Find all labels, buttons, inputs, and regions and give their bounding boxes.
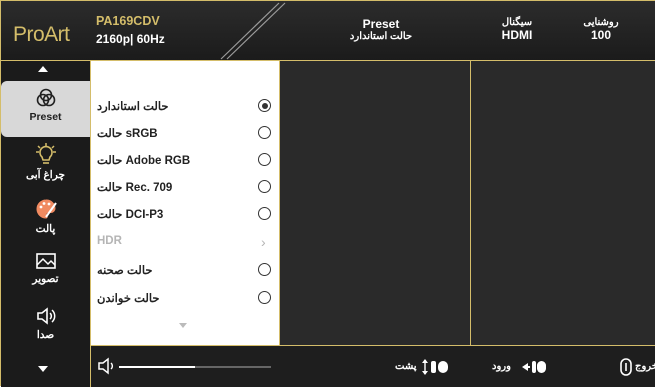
sidebar-item-sound[interactable]: صدا: [1, 305, 90, 341]
header-brightness-value: 100: [590, 28, 612, 42]
radio-icon[interactable]: [258, 291, 271, 304]
preset-options-panel: حالت استاندارد حالت sRGB حالت Adobe RGB …: [91, 61, 279, 345]
preset-option-reading[interactable]: حالت خواندن: [91, 285, 279, 312]
back-label: پشت: [395, 361, 417, 372]
preset-option-dci-p3[interactable]: حالت DCI-P3: [91, 201, 279, 228]
blue-light-icon: [35, 143, 56, 164]
option-label: HDR: [97, 235, 122, 247]
option-label: حالت استاندارد: [97, 101, 169, 113]
volume-icon: [98, 357, 113, 375]
radio-icon[interactable]: [258, 153, 271, 166]
header-brightness: روشنایی 100: [571, 17, 631, 42]
speaker-icon: [36, 307, 55, 325]
radio-icon[interactable]: [258, 263, 271, 276]
scroll-down-icon[interactable]: [38, 366, 48, 372]
header-signal-label: سیگنال: [501, 17, 533, 28]
header-signal: سیگنال HDMI: [487, 17, 547, 42]
radio-icon[interactable]: [258, 126, 271, 139]
header-preset-label: Preset: [362, 17, 400, 31]
more-options-down-icon: [179, 323, 187, 328]
sidebar-item-blue-light[interactable]: چراغ آبی: [1, 143, 90, 181]
preset-option-srgb[interactable]: حالت sRGB: [91, 120, 279, 147]
preset-option-scenery[interactable]: حالت صحنه: [91, 257, 279, 284]
option-label: حالت خواندن: [97, 293, 160, 305]
option-label: حالت صحنه: [97, 265, 153, 277]
proart-logo: ProArt: [13, 23, 70, 46]
header-brightness-label: روشنایی: [583, 17, 619, 28]
sidebar-item-label: چراغ آبی: [26, 169, 65, 181]
preset-option-standard[interactable]: حالت استاندارد: [91, 93, 279, 120]
back-joystick-icon: [422, 359, 448, 375]
sidebar: Preset چراغ آبی پالت تصویر صدا: [1, 61, 91, 387]
resolution-info: 2160p| 60Hz: [96, 32, 165, 46]
preset-option-adobe-rgb[interactable]: حالت Adobe RGB: [91, 147, 279, 174]
footer-bar: پشت ورود خروج: [91, 345, 655, 387]
header-preset: Preset حالت استاندارد: [301, 17, 461, 42]
radio-icon[interactable]: [258, 180, 271, 193]
sidebar-item-palette[interactable]: پالت: [1, 197, 90, 235]
sidebar-item-label: صدا: [36, 329, 55, 341]
enter-label: ورود: [492, 361, 511, 372]
sidebar-item-label: Preset: [29, 111, 62, 123]
scroll-up-icon[interactable]: [38, 66, 48, 72]
volume-slider[interactable]: [119, 366, 271, 368]
volume-slider-fill: [119, 366, 195, 368]
palette-icon: [36, 199, 57, 219]
option-label: حالت DCI-P3: [97, 209, 164, 221]
header-preset-value: حالت استاندارد: [349, 31, 413, 42]
radio-icon[interactable]: [258, 207, 271, 220]
radio-selected-icon[interactable]: [258, 99, 271, 112]
detail-panel: [471, 61, 655, 345]
header-signal-value: HDMI: [501, 28, 533, 42]
chevron-right-icon: ›: [261, 234, 266, 250]
exit-label: خروج: [635, 361, 655, 372]
header-bar: ProArt PA169CDV 2160p| 60Hz Preset حالت …: [1, 1, 655, 61]
preset-option-rec709[interactable]: حالت Rec. 709: [91, 174, 279, 201]
submenu-panel: [279, 61, 471, 345]
option-label: حالت Adobe RGB: [97, 155, 191, 167]
sidebar-item-preset[interactable]: Preset: [1, 81, 90, 137]
option-label: حالت sRGB: [97, 128, 158, 140]
enter-joystick-icon: [522, 361, 546, 373]
image-icon: [35, 253, 56, 269]
exit-button-icon: [620, 358, 632, 376]
color-circles-icon: [36, 88, 55, 107]
header-divider-lines: [220, 2, 286, 60]
osd-menu: ProArt PA169CDV 2160p| 60Hz Preset حالت …: [0, 0, 655, 387]
sidebar-item-label: تصویر: [32, 273, 59, 285]
model-name: PA169CDV: [96, 14, 160, 28]
sidebar-item-label: پالت: [35, 223, 56, 235]
sidebar-item-image[interactable]: تصویر: [1, 251, 90, 285]
preset-option-hdr: HDR ›: [91, 229, 279, 256]
option-label: حالت Rec. 709: [97, 182, 173, 194]
